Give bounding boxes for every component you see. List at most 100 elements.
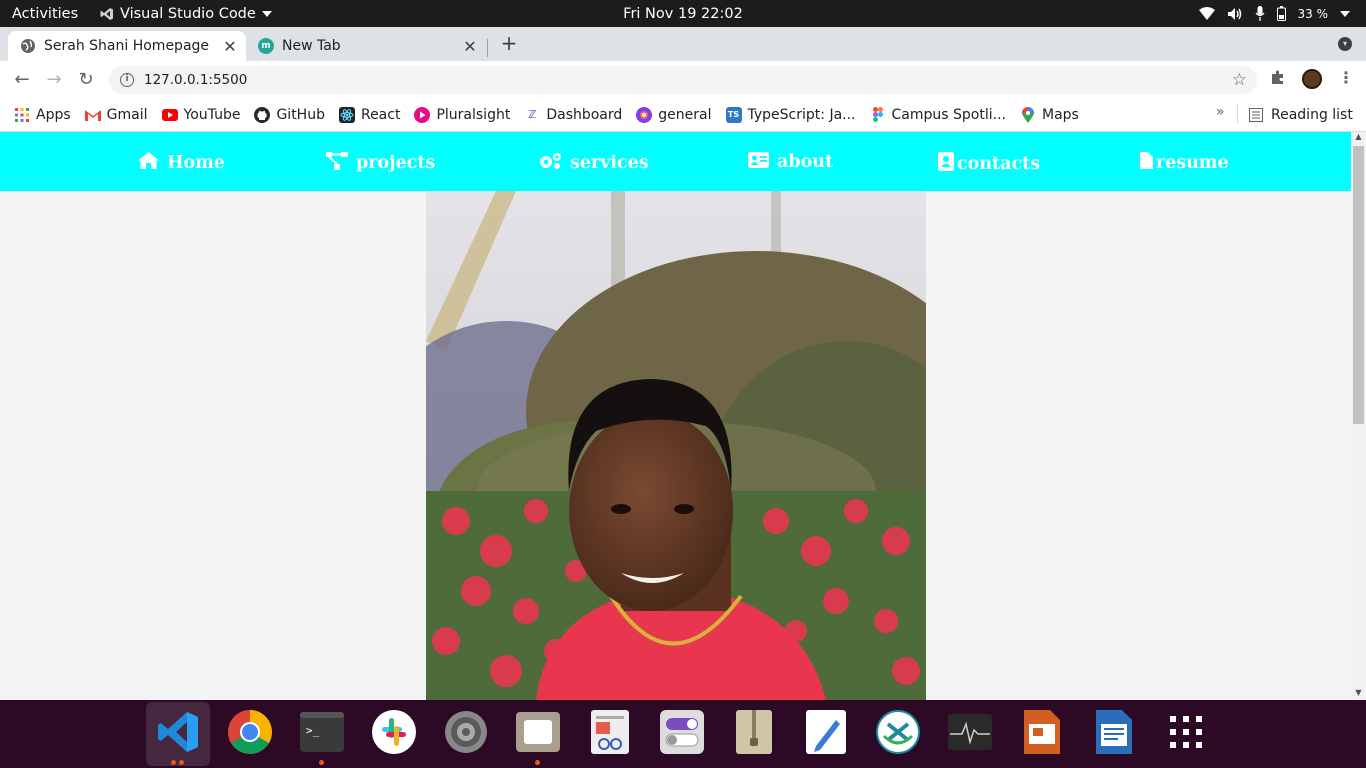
chevron-down-icon [261, 10, 272, 17]
bookmark-label: general [658, 106, 712, 123]
nav-projects[interactable]: projects [326, 152, 435, 174]
bookmark-gmail[interactable]: Gmail [84, 107, 148, 123]
bookmark-maps[interactable]: Maps [1020, 106, 1079, 123]
nav-label: resume [1156, 152, 1229, 173]
close-tab-icon[interactable]: ✕ [220, 37, 240, 56]
chrome-icon [228, 710, 272, 758]
reload-icon[interactable]: ↻ [70, 69, 102, 90]
site-info-icon[interactable]: i [120, 73, 134, 87]
site-navbar: Home projects services about contacts re [0, 132, 1351, 191]
tab-new-tab[interactable]: m New Tab ✕ [246, 31, 486, 61]
bookmark-apps[interactable]: Apps [14, 107, 71, 123]
new-tab-button[interactable]: + [498, 32, 520, 54]
bookmarks-overflow-chevron[interactable]: » [1216, 104, 1225, 120]
tweaks-toggle-icon [660, 710, 704, 758]
system-menu-chevron-icon [1340, 10, 1350, 17]
new-tab-favicon-icon: m [258, 38, 274, 54]
clock[interactable]: Fri Nov 19 22:02 [623, 6, 743, 22]
globe-icon [20, 38, 36, 54]
dock-show-applications[interactable] [1163, 711, 1209, 757]
nav-home[interactable]: Home [138, 152, 225, 173]
bookmark-label: React [360, 106, 401, 123]
dock-archive-manager[interactable] [731, 710, 777, 757]
ubuntu-dock: >_ [0, 700, 1366, 768]
files-folder-icon [516, 712, 560, 756]
bookmark-dashboard[interactable]: ℤ Dashboard [524, 107, 622, 123]
dock-tweaks[interactable] [659, 710, 705, 758]
apps-grid-icon [14, 107, 30, 123]
profile-avatar[interactable] [1302, 69, 1322, 89]
app-menu[interactable]: Visual Studio Code [100, 6, 272, 22]
activities-button[interactable]: Activities [0, 6, 100, 22]
remote-desktop-icon [876, 710, 920, 758]
running-indicator-dot [319, 760, 324, 765]
vscode-small-icon [100, 7, 114, 21]
dock-document-viewer[interactable] [587, 710, 633, 758]
general-icon [636, 106, 653, 123]
tab-title: Serah Shani Homepage [44, 38, 210, 54]
dock-settings[interactable] [443, 711, 489, 757]
bookmark-label: YouTube [183, 106, 241, 123]
writer-icon [1096, 710, 1132, 758]
running-indicator-dot [535, 760, 540, 765]
reading-list-label: Reading list [1271, 107, 1353, 123]
reading-list-button[interactable]: Reading list [1249, 98, 1353, 132]
bookmark-typescript[interactable]: TS TypeScript: Ja... [725, 106, 856, 123]
show-applications-grid-icon [1170, 716, 1202, 752]
bookmark-github[interactable]: GitHub [254, 106, 325, 123]
bookmark-react[interactable]: React [338, 106, 401, 123]
text-editor-pencil-icon [806, 710, 846, 758]
bookmark-label: Pluralsight [436, 106, 511, 123]
dock-impress[interactable] [1019, 710, 1065, 757]
terminal-icon: >_ [300, 712, 344, 756]
bookmark-star-icon[interactable]: ☆ [1232, 70, 1247, 90]
profile-photo [426, 191, 926, 700]
nav-contacts[interactable]: contacts [938, 152, 1040, 175]
document-viewer-icon [591, 710, 629, 758]
scroll-down-arrow-icon[interactable]: ▼ [1351, 688, 1366, 700]
bookmark-general[interactable]: general [636, 106, 712, 123]
id-card-icon [748, 152, 769, 172]
cogs-icon [538, 152, 562, 174]
scrollbar-thumb[interactable] [1353, 146, 1364, 424]
bookmark-label: Dashboard [546, 106, 623, 123]
dock-remote-desktop[interactable] [875, 710, 921, 758]
bookmark-youtube[interactable]: YouTube [161, 106, 241, 123]
dock-slack[interactable] [371, 710, 417, 757]
forward-arrow-icon[interactable]: → [38, 69, 70, 90]
running-indicator-dot [179, 760, 184, 765]
dock-chrome[interactable] [227, 710, 273, 758]
figma-icon [870, 107, 886, 123]
system-monitor-icon [948, 714, 992, 754]
github-icon [254, 106, 271, 123]
dock-system-monitor[interactable] [947, 711, 993, 757]
typescript-icon: TS [725, 106, 742, 123]
dock-files[interactable] [515, 711, 561, 757]
pluralsight-icon [414, 106, 431, 123]
address-bar[interactable]: i 127.0.0.1:5500 ☆ [109, 66, 1257, 94]
back-arrow-icon[interactable]: ← [6, 69, 38, 90]
scroll-up-arrow-icon[interactable]: ▲ [1351, 132, 1366, 144]
tab-search-icon[interactable]: ▾ [1338, 37, 1352, 51]
bookmark-pluralsight[interactable]: Pluralsight [414, 106, 511, 123]
page-scrollbar[interactable]: ▲ ▼ [1351, 132, 1366, 700]
nav-about[interactable]: about [748, 152, 833, 172]
dock-vscode[interactable] [146, 702, 210, 766]
app-menu-label: Visual Studio Code [120, 5, 256, 22]
bookmark-campus-spotlight[interactable]: Campus Spotli... [870, 107, 1006, 123]
bookmarks-divider [1237, 104, 1238, 124]
chrome-menu-icon[interactable]: ⋮ [1338, 68, 1354, 87]
nav-services[interactable]: services [538, 152, 649, 174]
dock-text-editor[interactable] [803, 710, 849, 758]
contact-card-icon [938, 152, 954, 175]
system-status-area[interactable]: 33 % [1198, 6, 1350, 21]
svg-text:>_: >_ [306, 724, 320, 737]
dock-writer[interactable] [1091, 710, 1137, 758]
tab-serah-shani-homepage[interactable]: Serah Shani Homepage ✕ [8, 31, 246, 61]
dock-terminal[interactable]: >_ [299, 711, 345, 757]
close-tab-icon[interactable]: ✕ [460, 37, 480, 56]
battery-icon [1276, 6, 1286, 21]
extensions-puzzle-icon[interactable] [1270, 69, 1286, 85]
nav-resume[interactable]: resume [1140, 152, 1229, 173]
gmail-icon [84, 107, 101, 123]
